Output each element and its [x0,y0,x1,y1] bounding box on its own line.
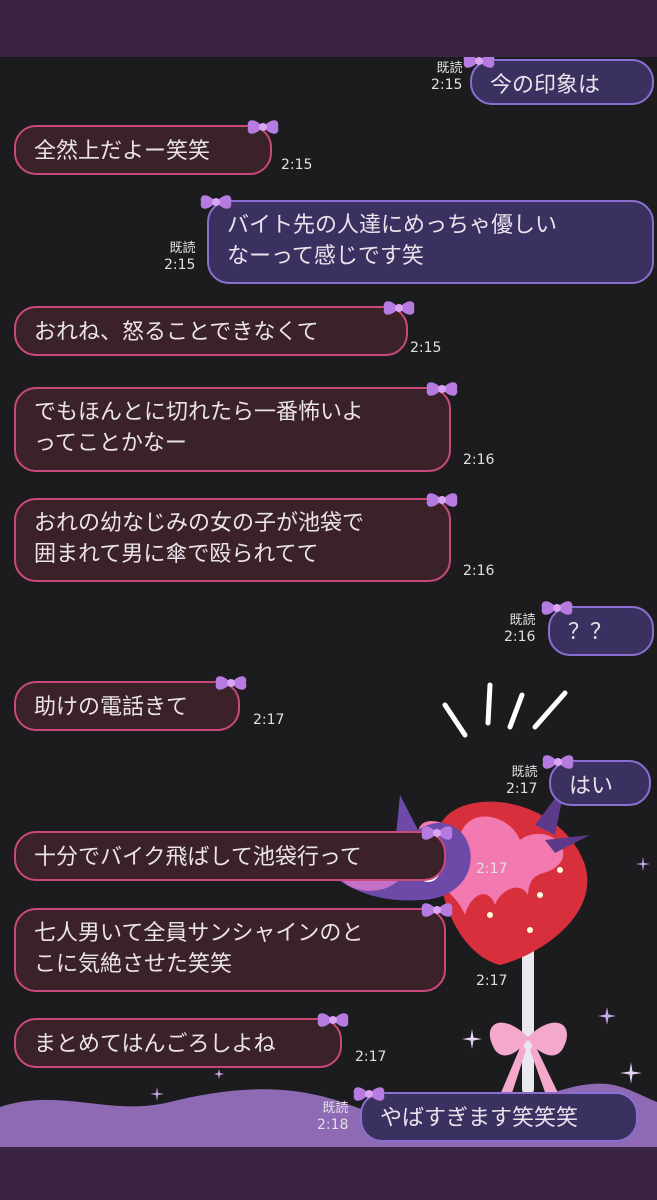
message-time: 2:15 [431,77,463,93]
message-text-line: 助けの電話きて [34,695,189,720]
read-label: 既読 [509,613,536,628]
message-time: 2:15 [281,157,313,173]
ribbon-bow-icon [352,1084,386,1104]
read-label: 既読 [169,241,196,256]
ribbon-bow-icon [462,57,496,71]
sparkle-icon [150,1087,164,1101]
incoming-message-bubble[interactable]: おれの幼なじみの女の子が池袋で 囲まれて男に傘で殴られてて [14,498,451,582]
message-time: 2:17 [506,781,538,797]
message-text-line: ？？ [568,620,613,645]
read-receipt: 既読 2:16 [504,613,535,645]
ribbon-bow-icon [316,1010,350,1030]
message-time: 2:17 [355,1049,387,1065]
incoming-message-bubble[interactable]: おれね、怒ることできなくて [14,306,408,356]
message-text-line: なーって感じです笑 [227,244,424,269]
message-time: 2:15 [164,257,196,273]
sparkle-icon [636,857,650,871]
ribbon-bow-icon [420,900,454,920]
message-text-line: やばすぎます笑笑笑 [380,1106,579,1131]
message-text-line: バイト先の人達にめっちゃ優しい [227,213,558,238]
chat-area[interactable]: 今の印象は 既読 2:15 全然上だよー笑笑 2:15 バイト先の人達にめっちゃ優しい なー… [0,57,657,1147]
ribbon-bow-icon [541,752,575,772]
message-text-line: こに気絶させた笑笑 [34,952,233,977]
message-text-line: 全然上だよー笑笑 [34,139,211,164]
strawberry-fork-sticker [304,682,590,1095]
message-text-line: 七人男いて全員サンシャインのと [34,921,364,946]
read-receipt: 既読 2:15 [164,241,195,273]
read-receipt: 既読 2:18 [317,1101,348,1133]
ribbon-bow-icon [420,823,454,843]
incoming-message-bubble[interactable]: 助けの電話きて [14,681,240,731]
read-label: 既読 [436,61,463,76]
message-text-line: はい [569,774,614,799]
ribbon-bow-icon [246,117,280,137]
bottom-bar [0,1147,657,1200]
message-time: 2:17 [253,712,285,728]
read-receipt: 既読 2:17 [506,765,537,797]
message-time: 2:16 [504,629,536,645]
ribbon-bow-icon [199,192,233,212]
message-time: 2:16 [463,563,495,579]
message-time: 2:17 [476,973,508,989]
message-time: 2:18 [317,1117,349,1133]
sparkle-icon [620,1062,642,1084]
message-text-line: まとめてはんごろしよね [34,1032,276,1057]
read-label: 既読 [322,1101,349,1116]
ribbon-bow-icon [214,673,248,693]
incoming-message-bubble[interactable]: でもほんとに切れたら一番怖いよ ってことかなー [14,387,451,472]
message-time: 2:16 [463,452,495,468]
read-receipt: 既読 2:15 [431,61,462,93]
sparkle-icon [598,1007,616,1025]
message-text-line: 今の印象は [490,73,601,98]
message-text-line: 囲まれて男に傘で殴られてて [34,542,319,567]
message-text-line: おれね、怒ることできなくて [34,320,319,345]
message-time: 2:15 [410,340,442,356]
outgoing-message-bubble[interactable]: やばすぎます笑笑笑 [360,1092,638,1142]
sparkle-icon [214,1069,224,1079]
read-label: 既読 [511,765,538,780]
incoming-message-bubble[interactable]: 全然上だよー笑笑 [14,125,272,175]
incoming-message-bubble[interactable]: 十分でバイク飛ばして池袋行って [14,831,446,881]
incoming-message-bubble[interactable]: まとめてはんごろしよね [14,1018,342,1068]
outgoing-message-bubble[interactable]: 今の印象は [470,59,654,105]
ribbon-bow-icon [425,490,459,510]
ribbon-bow-icon [540,598,574,618]
top-status-bar [0,0,657,57]
message-text-line: でもほんとに切れたら一番怖いよ [34,400,364,425]
message-text-line: ってことかなー [34,431,187,456]
outgoing-message-bubble[interactable]: バイト先の人達にめっちゃ優しい なーって感じです笑 [207,200,654,284]
message-text-line: 十分でバイク飛ばして池袋行って [34,845,362,870]
incoming-message-bubble[interactable]: 七人男いて全員サンシャインのと こに気絶させた笑笑 [14,908,446,992]
message-text-line: おれの幼なじみの女の子が池袋で [34,511,365,536]
ribbon-bow-icon [382,298,416,318]
ribbon-bow-icon [425,379,459,399]
message-time: 2:17 [476,861,508,877]
